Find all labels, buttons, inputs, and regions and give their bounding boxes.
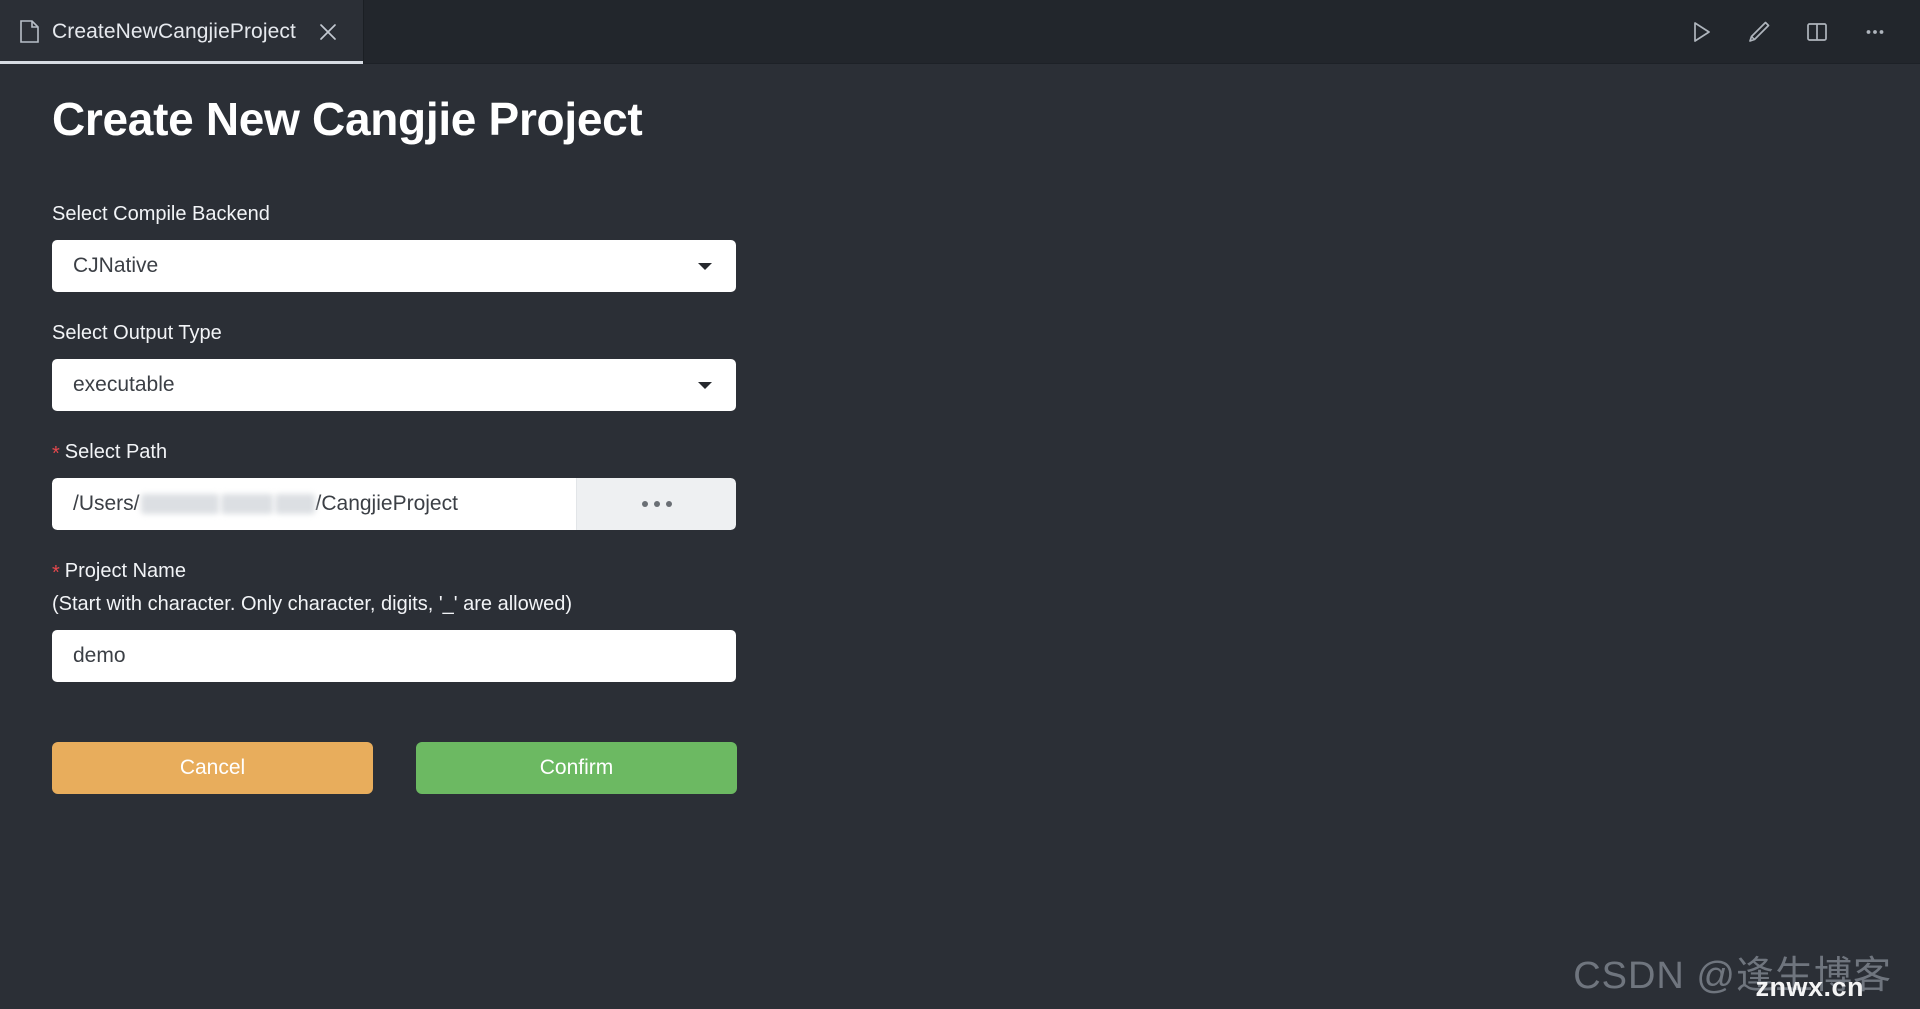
label-select-path: * Select Path bbox=[52, 439, 1920, 466]
page-title: Create New Cangjie Project bbox=[52, 93, 643, 145]
file-icon bbox=[20, 20, 39, 43]
field-group-compile-backend: Select Compile Backend CJNative bbox=[52, 201, 1920, 293]
tab-actions bbox=[1686, 0, 1920, 63]
required-asterisk: * bbox=[52, 562, 60, 585]
browse-path-button[interactable] bbox=[576, 478, 736, 531]
label-output-type: Select Output Type bbox=[52, 320, 1920, 347]
project-name-input[interactable]: demo bbox=[52, 630, 736, 683]
redacted-username-part bbox=[274, 494, 315, 515]
field-group-project-name: * Project Name (Start with character. Onl… bbox=[52, 558, 1920, 683]
close-icon[interactable] bbox=[315, 19, 341, 45]
pencil-icon bbox=[1749, 21, 1770, 42]
select-compile-backend[interactable]: CJNative bbox=[52, 240, 736, 293]
tab-label: CreateNewCangjieProject bbox=[52, 19, 296, 43]
watermark-site: znwx.cn bbox=[1755, 972, 1864, 1002]
tab-bar: CreateNewCangjieProject bbox=[0, 0, 1920, 64]
label-select-path-text: Select Path bbox=[64, 441, 168, 464]
redacted-username-part bbox=[220, 494, 273, 515]
ellipsis-icon bbox=[641, 501, 648, 508]
label-compile-backend-text: Select Compile Backend bbox=[52, 203, 270, 226]
watermark-csdn: CSDN @逢生博客 bbox=[1573, 955, 1892, 997]
select-path-row: /Users/ /CangjieProject bbox=[52, 478, 736, 531]
edit-button[interactable] bbox=[1744, 17, 1774, 47]
redacted-username-part bbox=[140, 494, 219, 515]
field-group-output-type: Select Output Type executable bbox=[52, 320, 1920, 412]
split-view-button[interactable] bbox=[1802, 17, 1832, 47]
run-button[interactable] bbox=[1686, 17, 1716, 47]
label-compile-backend: Select Compile Backend bbox=[52, 201, 1920, 228]
confirm-button[interactable]: Confirm bbox=[416, 742, 737, 795]
select-compile-backend-value: CJNative bbox=[73, 254, 159, 278]
label-output-type-text: Select Output Type bbox=[52, 322, 222, 345]
page-body: Create New Cangjie Project Select Compil… bbox=[0, 64, 1920, 1009]
ellipsis-icon bbox=[653, 501, 660, 508]
required-asterisk: * bbox=[52, 443, 60, 466]
ellipsis-icon bbox=[1866, 29, 1884, 34]
project-name-hint: (Start with character. Only character, d… bbox=[52, 593, 573, 616]
tab-create-new-cangjie-project[interactable]: CreateNewCangjieProject bbox=[0, 0, 364, 64]
project-name-value: demo bbox=[73, 644, 126, 668]
select-path-input[interactable]: /Users/ /CangjieProject bbox=[52, 478, 576, 531]
tab-bar-spacer bbox=[364, 0, 1686, 63]
chevron-down-icon bbox=[698, 263, 712, 271]
select-output-type-value: executable bbox=[73, 373, 175, 397]
select-path-suffix: /CangjieProject bbox=[315, 492, 458, 516]
label-project-name: * Project Name bbox=[52, 558, 1920, 585]
label-project-name-text: Project Name bbox=[64, 560, 186, 583]
play-icon bbox=[1694, 21, 1710, 42]
more-button[interactable] bbox=[1860, 17, 1890, 47]
select-path-prefix: /Users/ bbox=[73, 492, 140, 516]
cancel-button[interactable]: Cancel bbox=[52, 742, 373, 795]
form-actions: Cancel Confirm bbox=[52, 742, 1920, 795]
chevron-down-icon bbox=[698, 382, 712, 390]
ellipsis-icon bbox=[665, 501, 672, 508]
field-group-select-path: * Select Path /Users/ /CangjieProject bbox=[52, 439, 1920, 531]
split-panel-icon bbox=[1807, 22, 1827, 41]
select-output-type[interactable]: executable bbox=[52, 359, 736, 412]
